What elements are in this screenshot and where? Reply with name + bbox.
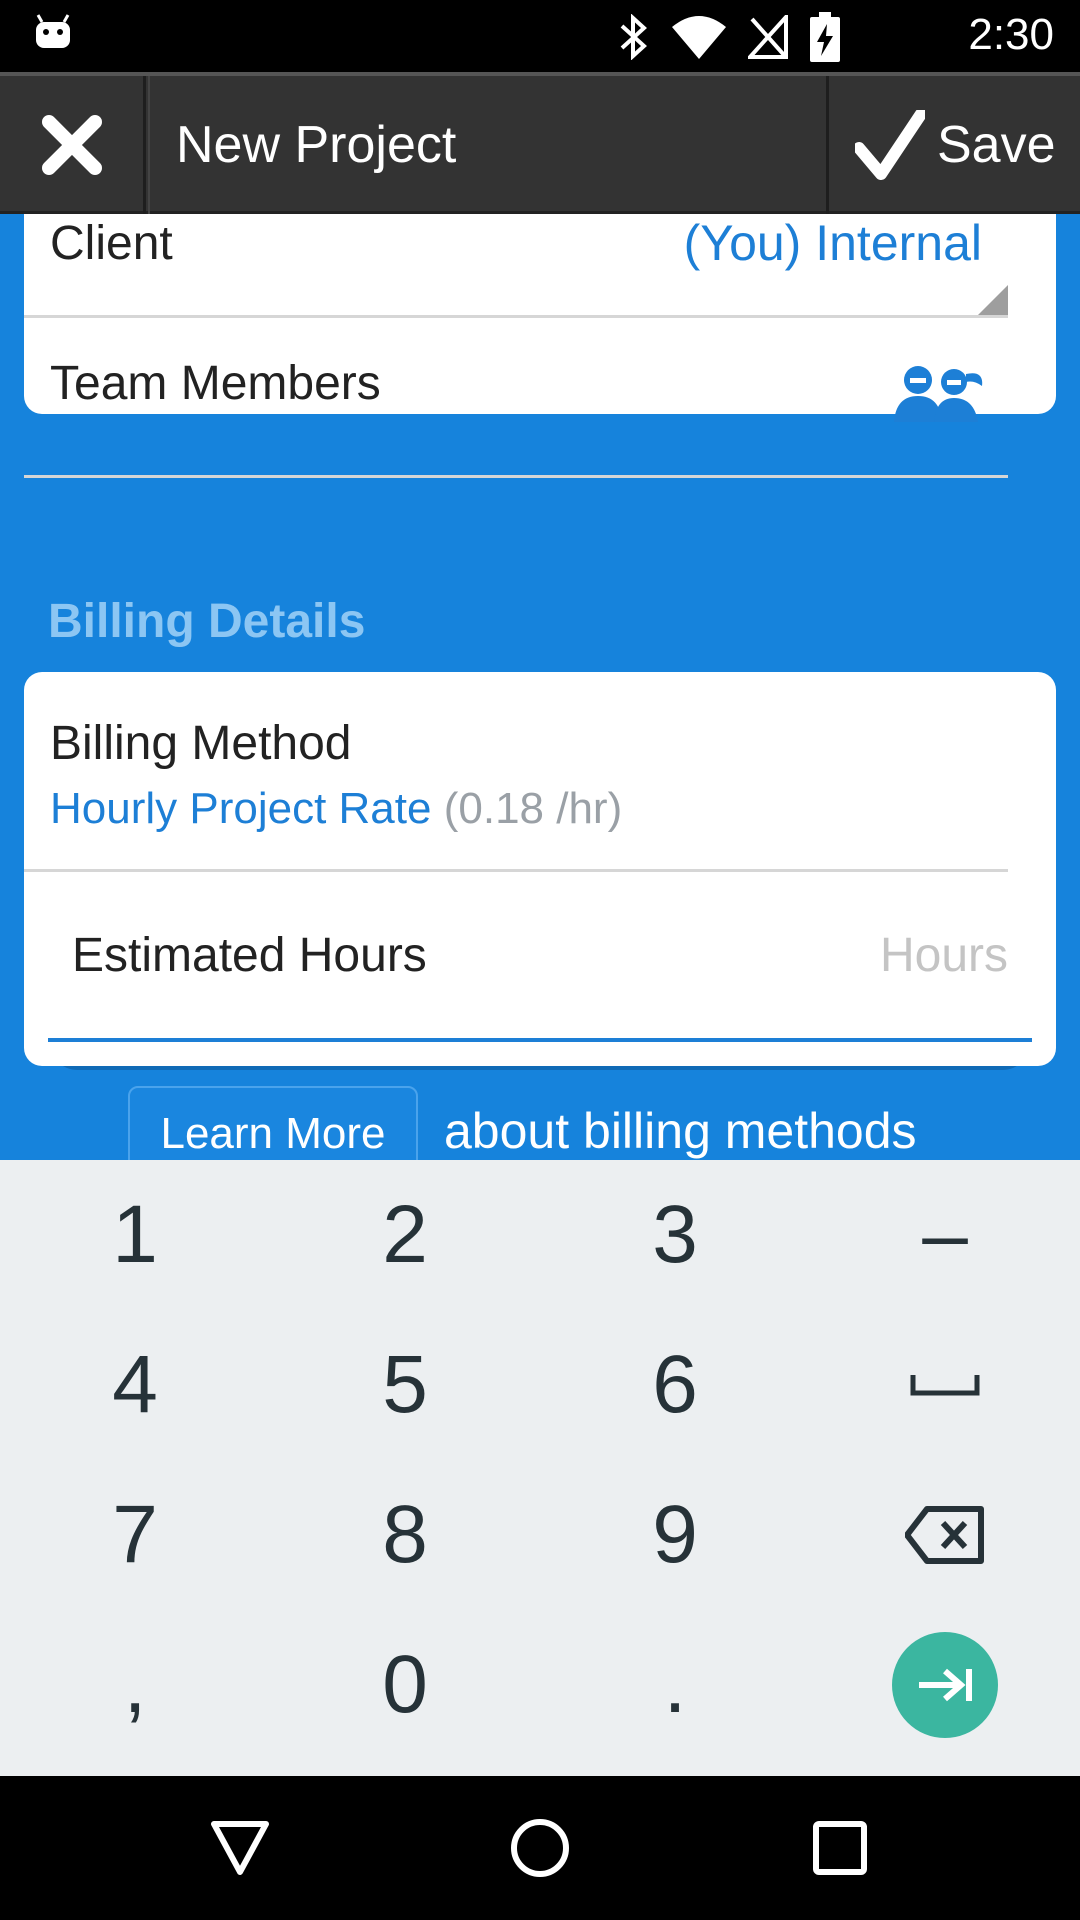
- team-members-row[interactable]: Team Members: [24, 318, 1008, 478]
- key-minus[interactable]: –: [810, 1160, 1080, 1310]
- key-3[interactable]: 3: [540, 1160, 810, 1310]
- close-icon: [41, 115, 102, 175]
- no-signal-icon: [748, 15, 788, 59]
- billing-method-rate: (0.18 /hr): [443, 784, 623, 833]
- next-action-button[interactable]: [892, 1632, 998, 1738]
- tab-next-icon: [919, 1668, 972, 1702]
- client-row[interactable]: Client (You) Internal: [24, 214, 1008, 318]
- numeric-keyboard: 1 2 3 – 4 5 6 7 8 9 , 0 .: [0, 1160, 1080, 1776]
- key-backspace[interactable]: [810, 1460, 1080, 1610]
- save-button[interactable]: Save: [826, 76, 1080, 214]
- backspace-icon: [905, 1506, 984, 1564]
- billing-method-row[interactable]: Billing Method Hourly Project Rate (0.18…: [24, 672, 1008, 872]
- key-2[interactable]: 2: [270, 1160, 540, 1310]
- key-5[interactable]: 5: [270, 1310, 540, 1460]
- key-4[interactable]: 4: [0, 1310, 270, 1460]
- key-space[interactable]: [810, 1310, 1080, 1460]
- bluetooth-icon: [620, 14, 647, 60]
- billing-method-value: Hourly Project Rate: [50, 784, 432, 833]
- status-icons: [618, 12, 840, 62]
- home-circle-icon: [511, 1819, 569, 1877]
- key-1[interactable]: 1: [0, 1160, 270, 1310]
- key-period[interactable]: .: [540, 1610, 810, 1760]
- navigation-bar: [0, 1776, 1080, 1920]
- estimated-hours-input[interactable]: Hours: [880, 928, 1008, 983]
- save-label: Save: [937, 116, 1056, 174]
- space-icon: [910, 1375, 980, 1396]
- team-members-label: Team Members: [50, 357, 381, 410]
- billing-method-label: Billing Method: [50, 717, 352, 770]
- wifi-icon: [672, 16, 726, 59]
- status-bar: 2:30: [0, 0, 1080, 72]
- recents-square-icon: [813, 1821, 867, 1875]
- key-7[interactable]: 7: [0, 1460, 270, 1610]
- estimated-hours-label: Estimated Hours: [72, 929, 427, 982]
- estimated-hours-row[interactable]: Estimated Hours Hours: [48, 872, 1032, 1042]
- team-members-icon: [894, 366, 983, 422]
- back-triangle-icon: [211, 1821, 269, 1875]
- status-time: 2:30: [968, 10, 1054, 59]
- learn-more-button[interactable]: Learn More: [128, 1086, 418, 1160]
- page-title: New Project: [148, 76, 456, 214]
- form-content[interactable]: Client (You) Internal Team Members Billi…: [0, 214, 1080, 1160]
- android-icon: [34, 14, 72, 54]
- close-button[interactable]: [0, 76, 146, 214]
- key-9[interactable]: 9: [540, 1460, 810, 1610]
- key-0[interactable]: 0: [270, 1610, 540, 1760]
- key-6[interactable]: 6: [540, 1310, 810, 1460]
- billing-section-title: Billing Details: [48, 595, 366, 648]
- key-8[interactable]: 8: [270, 1460, 540, 1610]
- billing-method-value-line: Hourly Project Rate (0.18 /hr): [50, 784, 622, 834]
- client-value: (You) Internal: [683, 215, 982, 271]
- learn-more-text: about billing methods: [444, 1103, 917, 1159]
- back-button[interactable]: [140, 1776, 340, 1920]
- key-next[interactable]: [810, 1610, 1080, 1760]
- dropdown-corner-icon: [978, 285, 1008, 315]
- recents-button[interactable]: [740, 1776, 940, 1920]
- key-comma[interactable]: ,: [0, 1610, 270, 1760]
- battery-charging-icon: [810, 12, 840, 62]
- action-bar: New Project Save: [0, 72, 1080, 214]
- checkmark-icon: [855, 110, 925, 180]
- client-label: Client: [50, 217, 173, 270]
- home-button[interactable]: [440, 1776, 640, 1920]
